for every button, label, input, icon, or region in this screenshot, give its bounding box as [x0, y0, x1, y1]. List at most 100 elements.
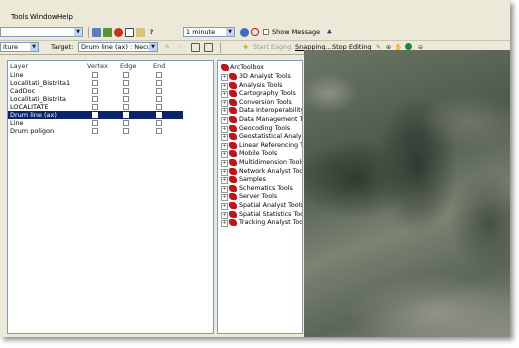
vertex-checkbox[interactable]: [92, 80, 98, 86]
end-checkbox[interactable]: ✔: [156, 112, 162, 118]
menu-bar: Tools Window Help: [0, 13, 510, 23]
menu-tools[interactable]: Tools: [11, 13, 28, 21]
split-tool-icon[interactable]: ⟋: [175, 43, 184, 52]
layer-combo[interactable]: iture ▼: [0, 42, 39, 52]
map-view[interactable]: [304, 50, 510, 337]
expand-icon[interactable]: +: [221, 211, 228, 219]
toolbar-separator: [88, 27, 89, 38]
toolbox-item-label: 3D Analyst Tools: [239, 73, 291, 80]
start-editing-button[interactable]: Start Eagng: [253, 43, 291, 51]
toolbox-icon: [229, 124, 237, 132]
network-icon[interactable]: ♣: [325, 28, 334, 37]
expand-icon[interactable]: +: [221, 160, 228, 167]
end-checkbox[interactable]: [156, 88, 162, 94]
toolbox-icon: [229, 116, 237, 123]
end-checkbox[interactable]: [156, 104, 162, 110]
toolbox-item-label: Multidimension Tools: [239, 159, 303, 166]
toolbox-item-label: Analysis Tools: [239, 81, 283, 89]
toolbox-item-label: Schematics Tools: [239, 184, 293, 192]
expand-icon[interactable]: +: [221, 151, 228, 159]
toolbox-icon: [229, 133, 237, 141]
snapping-layer-name: Line: [10, 71, 24, 79]
snapping-row[interactable]: CadDoc: [8, 87, 183, 95]
snapping-row[interactable]: LOCALITATE: [8, 103, 183, 111]
vertex-checkbox[interactable]: [92, 72, 98, 78]
help-icon[interactable]: ?: [147, 28, 156, 37]
expand-icon[interactable]: +: [221, 185, 228, 193]
toolbox-item-label: Conversion Tools: [239, 98, 292, 106]
arccatalog-icon[interactable]: [103, 28, 112, 37]
scale-combo[interactable]: ▼: [0, 27, 83, 37]
edge-checkbox[interactable]: [123, 120, 129, 126]
toolbox-item-label: Network Analyst Too: [239, 167, 303, 175]
end-checkbox[interactable]: [156, 72, 162, 78]
command-line-icon[interactable]: [125, 28, 134, 37]
expand-icon[interactable]: +: [221, 125, 228, 133]
vertex-checkbox[interactable]: [92, 104, 98, 110]
snapping-row[interactable]: Localitati_Bistrita: [8, 95, 183, 103]
standard-toolbar: ▼ ? 1 minute ▼ Show Message ♣: [0, 25, 510, 41]
snapping-row[interactable]: Drum line (ax) ✔ ✔ ✔: [8, 111, 183, 119]
arcmap-window: Tools Window Help ▼ ? 1 minute ▼ Show Me…: [0, 0, 510, 337]
expand-icon[interactable]: +: [221, 220, 228, 228]
snapping-row[interactable]: Line: [8, 119, 183, 127]
expand-icon[interactable]: +: [221, 203, 228, 210]
menu-help[interactable]: Help: [57, 13, 73, 21]
menu-window[interactable]: Window: [30, 13, 58, 21]
expand-icon[interactable]: +: [221, 91, 228, 99]
vertex-checkbox[interactable]: ✔: [92, 112, 98, 118]
vertex-checkbox[interactable]: [92, 96, 98, 102]
column-layer: Layer: [10, 62, 29, 70]
vertex-checkbox[interactable]: [92, 120, 98, 126]
sketch-tool-icon[interactable]: ✎: [163, 43, 172, 52]
toolbox-item-label: Cartography Tools: [239, 90, 296, 98]
edge-checkbox[interactable]: [123, 72, 129, 78]
end-checkbox[interactable]: [156, 80, 162, 86]
snapping-row[interactable]: Line: [8, 71, 183, 79]
globe-icon[interactable]: [405, 43, 412, 50]
edge-checkbox[interactable]: [123, 96, 129, 102]
target-combo[interactable]: Drum line (ax) : Necunc ▼: [78, 42, 158, 52]
expand-icon[interactable]: +: [221, 82, 228, 90]
edge-checkbox[interactable]: ✔: [123, 112, 129, 118]
edge-checkbox[interactable]: [123, 104, 129, 110]
start-editing-icon[interactable]: ✚: [241, 43, 250, 52]
expand-icon[interactable]: +: [221, 168, 228, 176]
expand-icon[interactable]: +: [221, 134, 228, 142]
snapping-row[interactable]: Localitati_Bistrita1: [8, 79, 183, 87]
snapping-row[interactable]: Drum poligon: [8, 127, 183, 135]
edge-checkbox[interactable]: [123, 88, 129, 94]
snapping-layer-name: Drum line (ax): [10, 111, 57, 119]
expand-icon[interactable]: +: [221, 177, 228, 185]
no-entry-icon[interactable]: [251, 28, 259, 36]
expand-icon[interactable]: +: [221, 99, 228, 107]
expand-icon[interactable]: +: [221, 74, 228, 81]
chevron-down-icon: ▼: [149, 43, 157, 51]
interval-combo[interactable]: 1 minute ▼: [183, 27, 235, 37]
toolbox-root-label: ArcToolbox: [230, 64, 264, 71]
end-checkbox[interactable]: [156, 128, 162, 134]
attributes-icon[interactable]: [191, 43, 200, 52]
sketch-properties-icon[interactable]: [204, 43, 213, 52]
edge-checkbox[interactable]: [123, 128, 129, 134]
target-combo-value: Drum line (ax) : Necunc: [81, 43, 158, 51]
toolbox-icon: [229, 184, 237, 192]
show-message-checkbox[interactable]: [263, 29, 269, 35]
expand-icon[interactable]: +: [221, 142, 228, 150]
expand-icon[interactable]: +: [221, 194, 228, 202]
expand-icon[interactable]: +: [221, 108, 228, 116]
vertex-checkbox[interactable]: [92, 88, 98, 94]
editor-toolbar-icon[interactable]: [92, 28, 101, 37]
expand-icon[interactable]: +: [221, 117, 228, 124]
snapping-layer-name: Drum poligon: [10, 127, 55, 135]
interval-combo-value: 1 minute: [186, 28, 216, 36]
end-checkbox[interactable]: [156, 96, 162, 102]
model-builder-icon[interactable]: [136, 28, 145, 37]
refresh-icon[interactable]: [240, 28, 249, 37]
end-checkbox[interactable]: [156, 120, 162, 126]
toolbox-icon[interactable]: [114, 28, 123, 37]
column-edge: Edge: [120, 62, 137, 70]
toolbox-icon: [229, 73, 237, 80]
edge-checkbox[interactable]: [123, 80, 129, 86]
vertex-checkbox[interactable]: [92, 128, 98, 134]
